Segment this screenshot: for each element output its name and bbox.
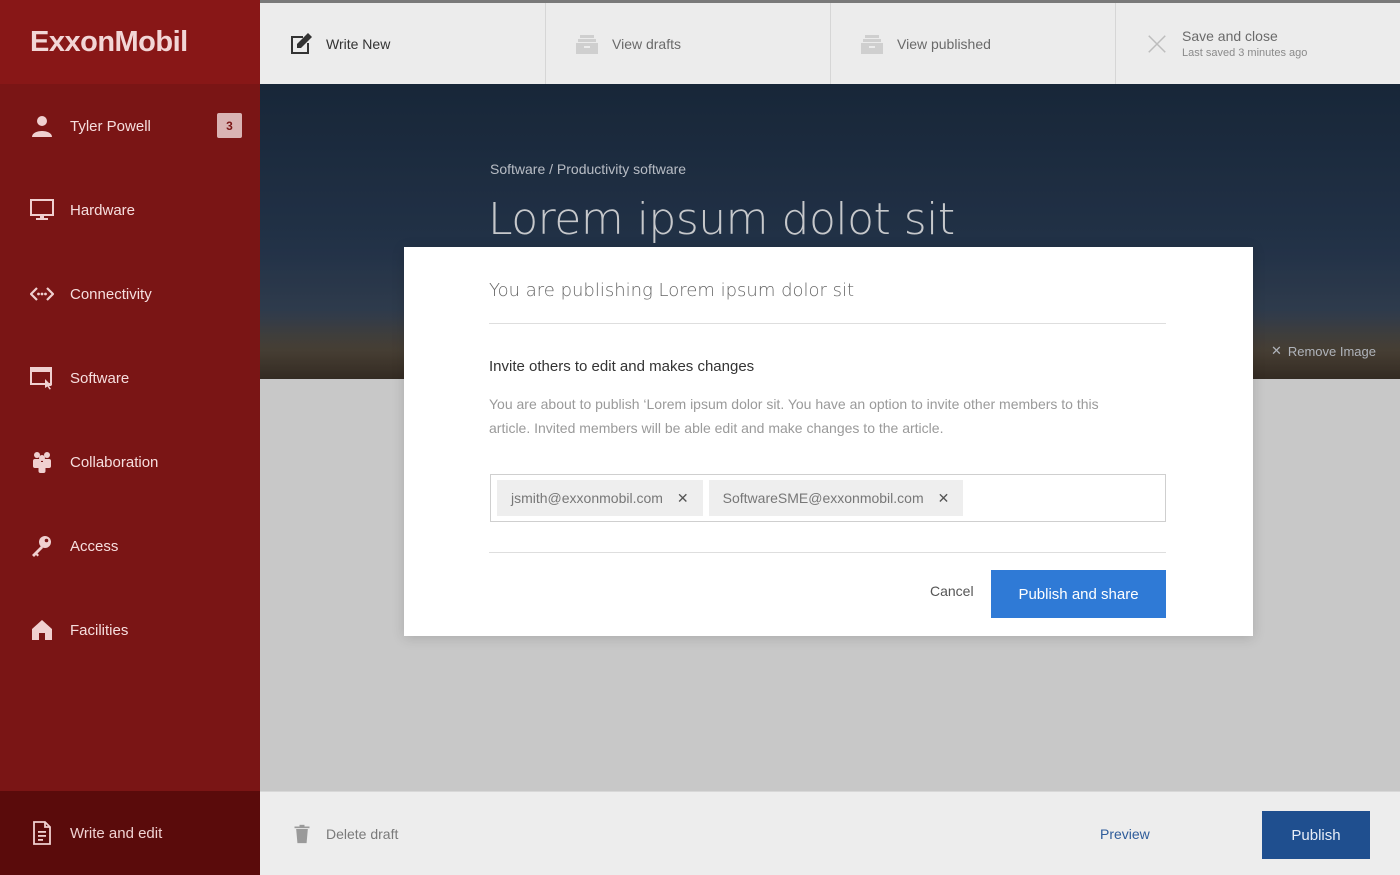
people-icon	[28, 448, 56, 476]
sidebar-item-collaboration[interactable]: Collaboration	[0, 420, 260, 504]
notification-badge: 3	[217, 113, 242, 138]
sidebar-item-label: Collaboration	[70, 453, 159, 471]
footer-bar: Delete draft Preview Publish	[260, 791, 1400, 875]
sidebar-item-label: Hardware	[70, 201, 136, 219]
sidebar-item-label: Connectivity	[70, 285, 152, 303]
document-icon	[28, 819, 56, 847]
published-box-icon	[859, 31, 885, 57]
sidebar-item-access[interactable]: Access	[0, 504, 260, 588]
divider	[489, 552, 1166, 553]
connectivity-icon	[28, 280, 56, 308]
logo-text: ExxonMobil	[30, 25, 188, 58]
invitee-input[interactable]: jsmith@exxonmobil.com ✕ SoftwareSME@exxo…	[490, 474, 1166, 522]
save-close-text: Save and close Last saved 3 minutes ago	[1182, 28, 1307, 59]
sidebar-item-facilities[interactable]: Facilities	[0, 588, 260, 672]
dialog-heading: Invite others to edit and makes changes	[489, 358, 755, 375]
compose-icon	[288, 31, 314, 57]
monitor-icon	[28, 196, 56, 224]
dialog-title: You are publishing Lorem ipsum dolor sit	[489, 280, 855, 301]
last-saved-status: Last saved 3 minutes ago	[1182, 47, 1308, 59]
sidebar-item-label: Write and edit	[70, 824, 163, 842]
sidebar-item-hardware[interactable]: Hardware	[0, 168, 260, 252]
user-icon	[28, 112, 56, 140]
invitee-email: jsmith@exxonmobil.com	[511, 490, 663, 506]
write-new-label: Write New	[326, 35, 391, 52]
publish-dialog: You are publishing Lorem ipsum dolor sit…	[404, 247, 1253, 636]
view-drafts-button[interactable]: View drafts	[546, 3, 831, 84]
invitee-token: jsmith@exxonmobil.com ✕	[497, 480, 703, 516]
sidebar-item-label: Access	[70, 537, 119, 555]
software-window-icon	[28, 364, 56, 392]
view-published-button[interactable]: View published	[831, 3, 1116, 84]
write-new-button[interactable]: Write New	[260, 3, 546, 84]
key-icon	[28, 532, 56, 560]
sidebar-item-label: Facilities	[70, 621, 129, 639]
user-name: Tyler Powell	[70, 117, 151, 135]
sidebar: ExxonMobil Tyler Powell 3 Hardware Conne…	[0, 0, 260, 875]
view-published-label: View published	[897, 35, 991, 52]
close-icon	[1144, 31, 1170, 57]
sidebar-item-connectivity[interactable]: Connectivity	[0, 252, 260, 336]
preview-link[interactable]: Preview	[1100, 792, 1150, 875]
view-drafts-label: View drafts	[612, 35, 681, 52]
sidebar-item-label: Software	[70, 369, 130, 387]
top-toolbar: Write New View drafts View published Sav…	[260, 0, 1400, 84]
logo[interactable]: ExxonMobil	[0, 0, 260, 84]
remove-token-icon[interactable]: ✕	[677, 490, 689, 507]
save-close-label: Save and close	[1182, 28, 1278, 44]
cancel-button[interactable]: Cancel	[930, 583, 974, 599]
delete-draft-button[interactable]: Delete draft	[292, 792, 398, 875]
trash-icon	[292, 824, 312, 844]
drafts-box-icon	[574, 31, 600, 57]
invitee-email: SoftwareSME@exxonmobil.com	[722, 490, 924, 506]
home-icon	[28, 616, 56, 644]
sidebar-item-write-edit[interactable]: Write and edit	[0, 791, 260, 875]
invitee-token: SoftwareSME@exxonmobil.com ✕	[708, 480, 964, 516]
sidebar-item-software[interactable]: Software	[0, 336, 260, 420]
publish-and-share-button[interactable]: Publish and share	[991, 570, 1166, 618]
sidebar-item-user[interactable]: Tyler Powell 3	[0, 84, 260, 168]
save-close-button[interactable]: Save and close Last saved 3 minutes ago	[1116, 3, 1400, 84]
remove-token-icon[interactable]: ✕	[938, 490, 950, 507]
divider	[489, 323, 1166, 324]
publish-button[interactable]: Publish	[1262, 811, 1370, 859]
delete-draft-label: Delete draft	[326, 826, 399, 842]
dialog-description: You are about to publish ‘Lorem ipsum do…	[489, 396, 1099, 436]
